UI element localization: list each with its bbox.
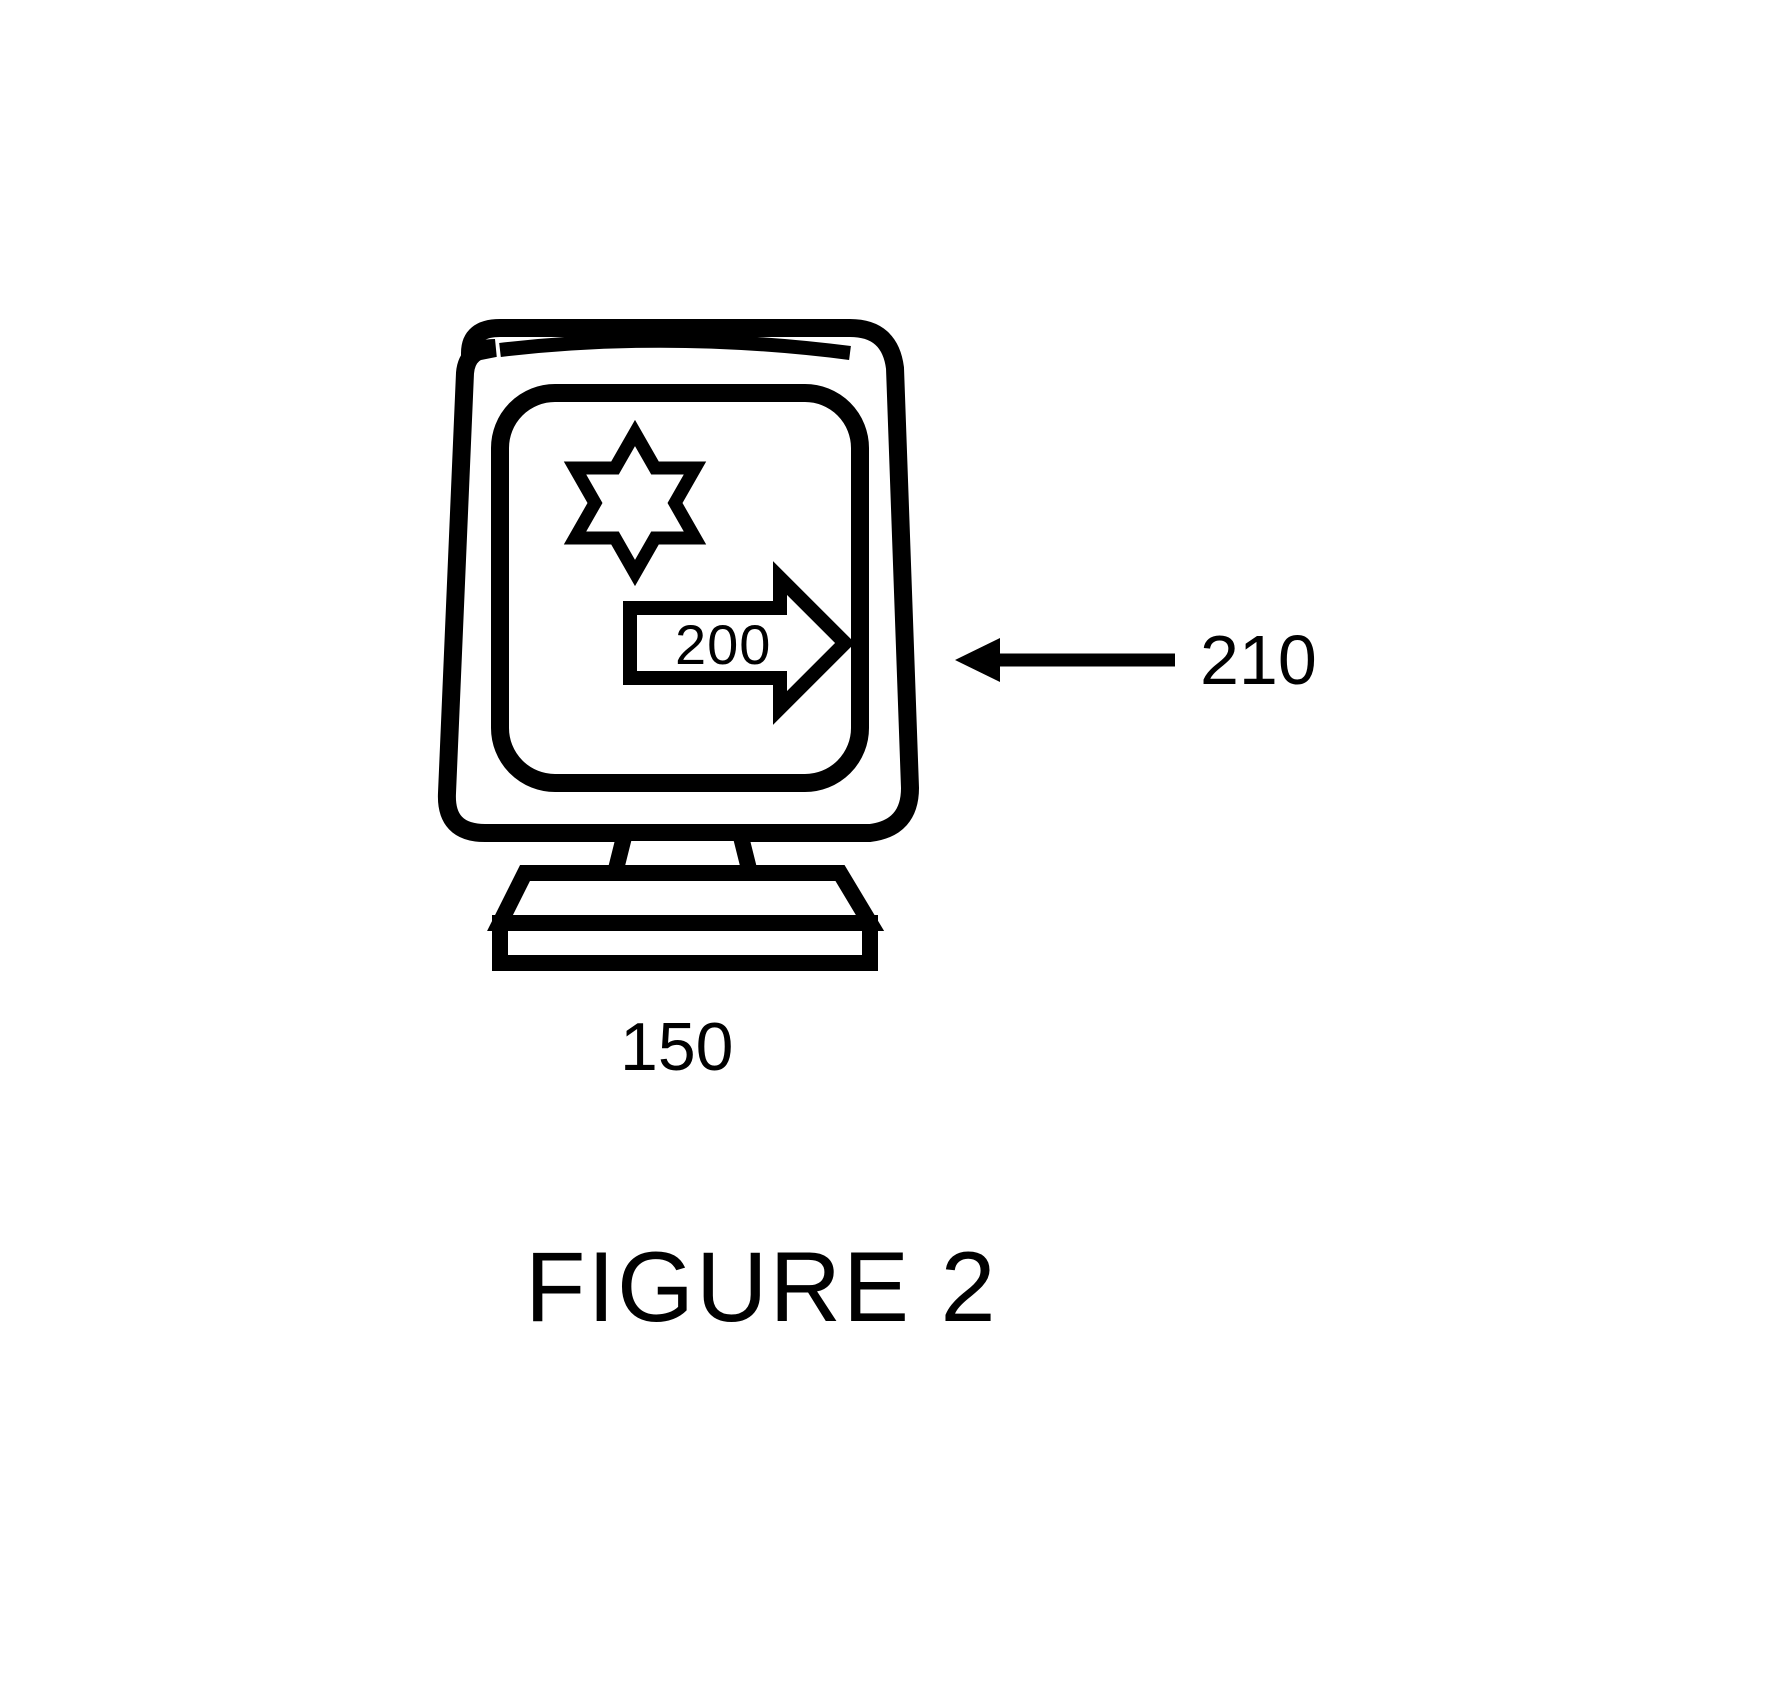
figure-caption: FIGURE 2 [525, 1230, 998, 1344]
monitor-base-bottom [500, 923, 870, 963]
monitor-number-label: 150 [620, 1008, 733, 1086]
pointer-label: 210 [1200, 620, 1317, 700]
arrow-value-label: 200 [675, 612, 771, 677]
diagram-canvas: 200 210 150 FIGURE 2 [0, 0, 1779, 1701]
monitor-screen [500, 393, 860, 783]
